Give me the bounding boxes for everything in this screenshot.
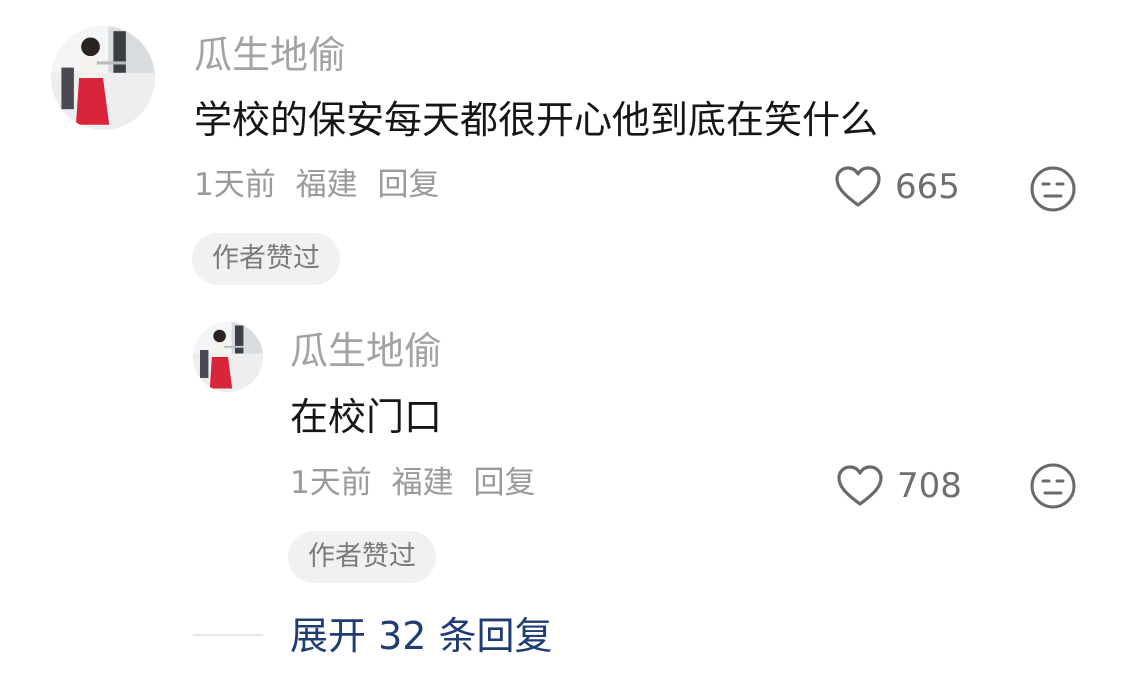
comment-location: 福建 [295,167,358,203]
comment-like-button[interactable]: 665 [835,166,960,208]
reply-meta: 1天前 福建 回复 [290,468,545,499]
reply-avatar[interactable] [193,322,263,392]
reply-text: 在校门口 [290,395,443,439]
heart-icon [837,465,883,506]
expand-divider [193,634,263,636]
reply-like-count: 708 [897,466,962,506]
comment-dislike-button[interactable] [1029,165,1077,217]
meh-face-icon [1030,463,1076,509]
reply-dislike-button[interactable] [1029,462,1077,514]
comment-like-count: 665 [895,167,960,207]
author-liked-badge: 作者赞过 [192,233,340,285]
avatar-image [193,322,263,392]
comment-reply-button[interactable]: 回复 [377,167,439,203]
reply-reply-button[interactable]: 回复 [473,465,535,501]
reply-like-button[interactable]: 708 [837,465,962,507]
reply-location: 福建 [391,465,454,501]
comment-username[interactable]: 瓜生地偷 [194,36,346,74]
heart-icon [835,166,881,207]
expand-replies-link[interactable]: 展开 32 条回复 [290,617,553,655]
avatar[interactable] [51,26,155,130]
comment-text: 学校的保安每天都很开心他到底在笑什么 [194,98,879,142]
reply-time: 1天前 [290,465,372,501]
comment-time: 1天前 [194,167,276,203]
avatar-image [51,26,155,130]
meh-face-icon [1030,166,1076,212]
reply-author-liked-badge: 作者赞过 [288,531,436,583]
comment-meta: 1天前 福建 回复 [194,170,449,201]
reply-username[interactable]: 瓜生地偷 [290,332,442,370]
